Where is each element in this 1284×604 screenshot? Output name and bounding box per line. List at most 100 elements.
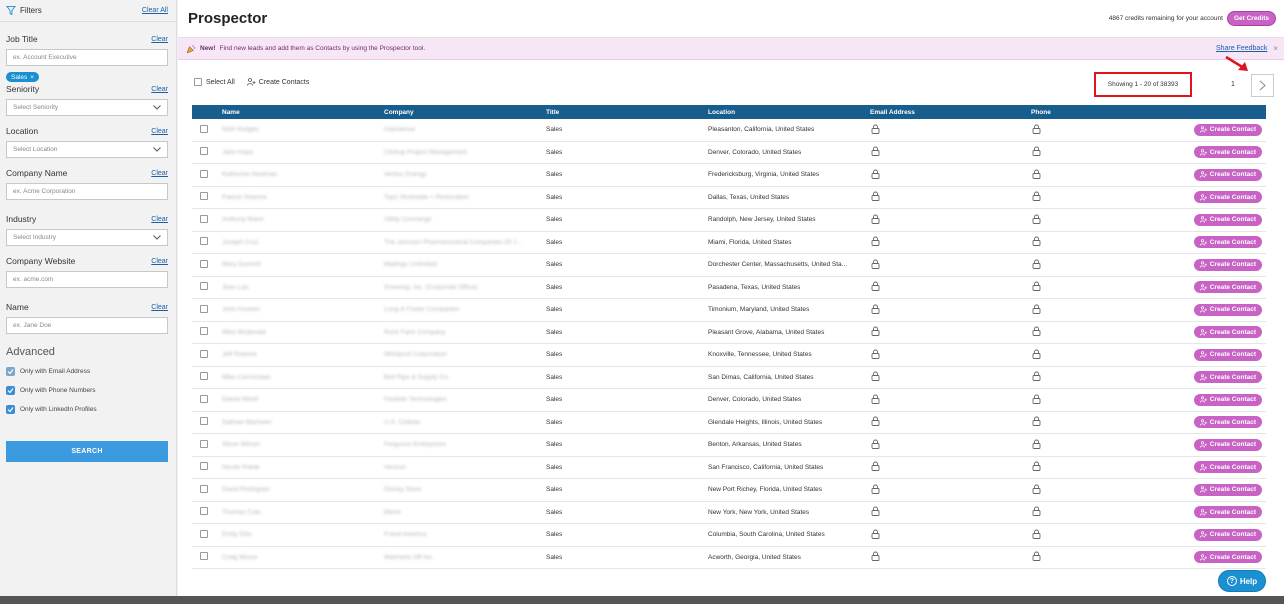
company-name-clear-link[interactable]: Clear xyxy=(151,170,168,177)
table-row[interactable]: Joseph Cruz The Janssen Pharmaceutical Co… xyxy=(192,232,1266,254)
table-row[interactable]: Mike Mcdonald Rock Farm Company Sales Pleas… xyxy=(192,322,1266,344)
row-checkbox[interactable] xyxy=(200,282,208,291)
row-checkbox-cell[interactable] xyxy=(192,462,222,472)
search-button[interactable]: SEARCH xyxy=(6,441,168,462)
row-checkbox[interactable] xyxy=(200,124,208,133)
create-contact-button[interactable]: Create Contact xyxy=(1193,191,1262,204)
row-checkbox-cell[interactable] xyxy=(192,529,222,540)
create-contact-button[interactable]: Create Contact xyxy=(1193,123,1262,136)
row-checkbox[interactable] xyxy=(200,372,208,381)
row-checkbox[interactable] xyxy=(200,147,208,156)
create-contact-button[interactable]: Create Contact xyxy=(1193,371,1262,384)
remove-tag-icon[interactable]: × xyxy=(30,74,34,81)
create-contact-button[interactable]: Create Contact xyxy=(1193,416,1262,429)
row-checkbox-cell[interactable] xyxy=(192,304,222,315)
table-row[interactable]: Mary Dummit Mailings Unlimited Sales Dorche… xyxy=(192,254,1266,277)
row-checkbox-cell[interactable] xyxy=(192,394,222,405)
create-contact-button[interactable]: Create Contact xyxy=(1193,258,1262,271)
table-row[interactable]: Jake Hope Clickup Project Management Sales… xyxy=(192,142,1266,164)
row-checkbox-cell[interactable] xyxy=(192,147,222,157)
table-row[interactable]: Mike Carmichael Bell Pipe & Supply Co. Sal… xyxy=(192,367,1266,389)
checkbox-checked-icon[interactable] xyxy=(6,404,15,414)
row-checkbox-cell[interactable] xyxy=(192,349,222,360)
create-contacts-button[interactable]: Create Contacts xyxy=(246,78,309,86)
row-checkbox-cell[interactable] xyxy=(192,214,222,225)
row-checkbox-cell[interactable] xyxy=(192,124,222,135)
create-contact-button[interactable]: Create Contact xyxy=(1193,168,1262,181)
clear-all-link[interactable]: Clear All xyxy=(142,7,168,14)
create-contact-button[interactable]: Create Contact xyxy=(1193,213,1262,226)
seniority-clear-link[interactable]: Clear xyxy=(151,86,168,93)
table-row[interactable]: Craig Moore Walmarts Off Inc. Sales Acworth… xyxy=(192,547,1266,569)
row-checkbox[interactable] xyxy=(200,439,208,448)
create-contact-button[interactable]: Create Contact xyxy=(1193,483,1262,496)
row-checkbox-cell[interactable] xyxy=(192,259,222,270)
row-checkbox[interactable] xyxy=(200,192,208,201)
create-contact-button[interactable]: Create Contact xyxy=(1193,348,1262,361)
table-row[interactable]: Jeff Roberts Whirlpool Corporation Sales Kn… xyxy=(192,344,1266,367)
location-clear-link[interactable]: Clear xyxy=(151,128,168,135)
create-contact-button[interactable]: Create Contact xyxy=(1193,146,1262,159)
row-checkbox-cell[interactable] xyxy=(192,439,222,450)
create-contact-button[interactable]: Create Contact xyxy=(1193,393,1262,406)
row-checkbox[interactable] xyxy=(200,507,208,516)
row-checkbox[interactable] xyxy=(200,304,208,313)
row-checkbox[interactable] xyxy=(200,259,208,268)
table-row[interactable]: Patrick Sharma Top1 Workwide + Restoratio… xyxy=(192,187,1266,209)
row-checkbox-cell[interactable] xyxy=(192,552,222,562)
table-row[interactable]: Salman Basheeri U.S. Cellular Sales Glendal… xyxy=(192,412,1266,434)
sales-tag[interactable]: Sales × xyxy=(6,72,40,82)
checkbox-icon[interactable] xyxy=(6,366,15,376)
row-checkbox[interactable] xyxy=(200,394,208,403)
row-checkbox-cell[interactable] xyxy=(192,327,222,337)
row-checkbox-cell[interactable] xyxy=(192,237,222,247)
create-contact-button[interactable]: Create Contact xyxy=(1193,551,1262,564)
industry-select[interactable]: Select Industry xyxy=(6,229,168,246)
help-button[interactable]: ? Help xyxy=(1218,570,1266,592)
table-row[interactable]: Jean Lau Sovereig, Inc. (Corporate Office… xyxy=(192,277,1266,299)
job-title-input[interactable]: ex. Account Executive xyxy=(6,49,168,66)
row-checkbox-cell[interactable] xyxy=(192,372,222,382)
company-name-input[interactable]: ex. Acme Corporation xyxy=(6,183,168,200)
row-checkbox-cell[interactable] xyxy=(192,417,222,427)
next-page-button[interactable] xyxy=(1251,74,1274,97)
row-checkbox[interactable] xyxy=(200,169,208,178)
row-checkbox-cell[interactable] xyxy=(192,169,222,180)
row-checkbox-cell[interactable] xyxy=(192,192,222,202)
row-checkbox[interactable] xyxy=(200,552,208,561)
select-all-checkbox[interactable] xyxy=(194,78,202,86)
create-contact-button[interactable]: Create Contact xyxy=(1193,506,1262,519)
create-contact-button[interactable]: Create Contact xyxy=(1193,326,1262,339)
row-checkbox[interactable] xyxy=(200,237,208,246)
table-row[interactable]: Thomas Cole Blend Sales New York, New York,… xyxy=(192,502,1266,524)
create-contact-button[interactable]: Create Contact xyxy=(1193,281,1262,294)
row-checkbox[interactable] xyxy=(200,462,208,471)
get-credits-button[interactable]: Get Credits xyxy=(1226,11,1276,26)
row-checkbox[interactable] xyxy=(200,484,208,493)
create-contact-button[interactable]: Create Contact xyxy=(1193,528,1262,541)
row-checkbox[interactable] xyxy=(200,214,208,223)
row-checkbox-cell[interactable] xyxy=(192,507,222,517)
table-row[interactable]: Daniel Mindl Pastelle Technologies Sales De… xyxy=(192,389,1266,412)
seniority-select[interactable]: Select Seniority xyxy=(6,99,168,116)
row-checkbox-cell[interactable] xyxy=(192,282,222,292)
industry-clear-link[interactable]: Clear xyxy=(151,216,168,223)
table-row[interactable]: Nick Hodges Gainsense Sales Pleasanton, Cal… xyxy=(192,119,1266,142)
row-checkbox[interactable] xyxy=(200,529,208,538)
email-only-option[interactable]: Only with Email Address xyxy=(6,365,168,377)
table-row[interactable]: Nicole Pollak Verizon Sales San Francisco, … xyxy=(192,457,1266,479)
company-website-clear-link[interactable]: Clear xyxy=(151,258,168,265)
location-select[interactable]: Select Location xyxy=(6,141,168,158)
name-input[interactable]: ex. Jane Doe xyxy=(6,317,168,334)
share-feedback-link[interactable]: Share Feedback xyxy=(1216,45,1267,52)
phone-only-option[interactable]: Only with Phone Numbers xyxy=(6,384,168,396)
table-row[interactable]: John Hocken Long & Foster Companies Sales T… xyxy=(192,299,1266,322)
table-row[interactable]: Steve Wilson Ferguson Enterprises Sales Ben… xyxy=(192,434,1266,457)
create-contact-button[interactable]: Create Contact xyxy=(1193,438,1262,451)
row-checkbox[interactable] xyxy=(200,417,208,426)
close-icon[interactable]: × xyxy=(1273,44,1278,53)
name-clear-link[interactable]: Clear xyxy=(151,304,168,311)
create-contact-button[interactable]: Create Contact xyxy=(1193,236,1262,249)
select-all-control[interactable]: Select All xyxy=(194,78,235,86)
table-row[interactable]: Emily Ellis Frand America Sales Columbia, S… xyxy=(192,524,1266,547)
